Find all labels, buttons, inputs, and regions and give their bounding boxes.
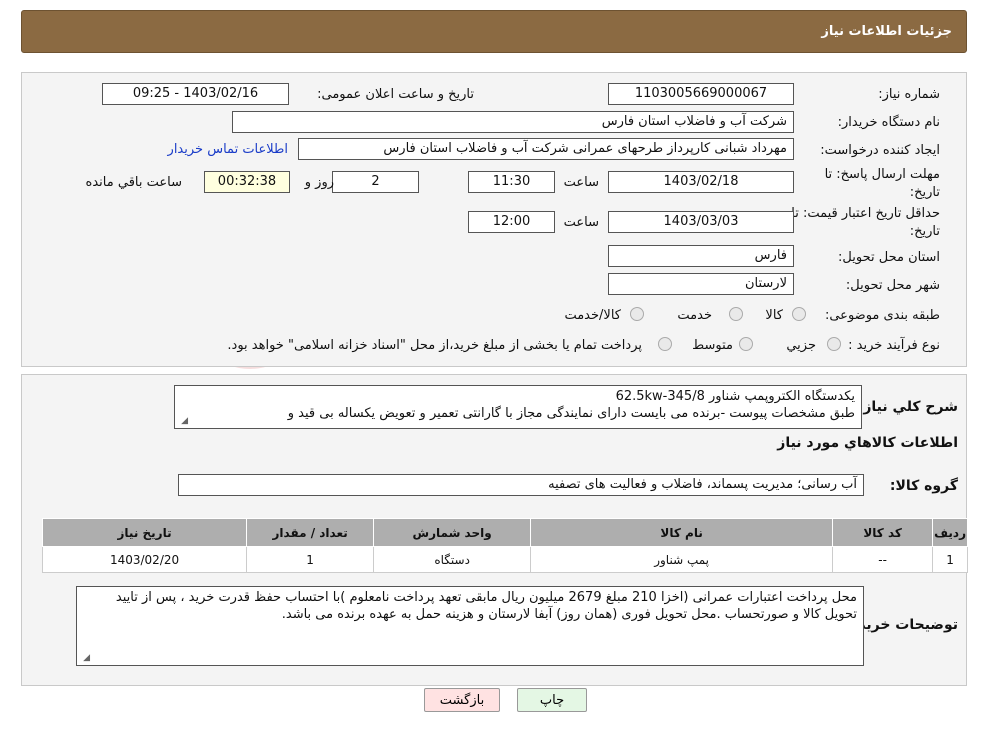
col-name-header: نام کالا <box>530 518 834 547</box>
col-code-header: کد کالا <box>832 518 934 547</box>
summary-line-1: یکدستگاه الکتروپمپ شناور 345/8-62.5kw <box>615 389 855 404</box>
cell-name: پمپ شناور <box>530 546 834 573</box>
resize-grip-icon[interactable]: ◢ <box>178 416 188 426</box>
page-header: جزئیات اطلاعات نیاز <box>21 10 967 53</box>
category-label: طبقه بندی موضوعی: <box>824 308 940 323</box>
col-qty-header: تعداد / مقدار <box>246 518 375 547</box>
validity-time-field: 12:00 <box>468 211 555 233</box>
deadline-time-label: ساعت <box>563 175 599 190</box>
city-label: شهر محل تحویل: <box>845 278 940 293</box>
category-radio-goods[interactable] <box>792 307 806 321</box>
need-details-panel: شماره نیاز: 1103005669000067 تاریخ و ساع… <box>21 72 967 367</box>
buyer-notes-text: محل پرداخت اعتبارات عمرانی (اخزا 210 مبل… <box>115 590 857 622</box>
announce-datetime-label: تاریخ و ساعت اعلان عمومی: <box>317 87 474 102</box>
deadline-time-field: 11:30 <box>468 171 555 193</box>
creator-label: ایجاد کننده درخواست: <box>820 143 940 158</box>
need-number-field: 1103005669000067 <box>608 83 794 105</box>
buyer-notes-textarea[interactable]: محل پرداخت اعتبارات عمرانی (اخزا 210 مبل… <box>76 586 864 666</box>
purchase-note: پرداخت تمام یا بخشی از مبلغ خرید،از محل … <box>227 338 642 353</box>
purchase-note-checkbox[interactable] <box>658 337 672 351</box>
category-radio-service[interactable] <box>729 307 743 321</box>
goods-group-field: آب رسانی؛ مدیریت پسماند، فاضلاب و فعالیت… <box>178 474 864 496</box>
print-button[interactable]: چاپ <box>517 688 587 712</box>
creator-field: مهرداد شبانی کارپرداز طرحهای عمرانی شرکت… <box>298 138 794 160</box>
purchase-radio-medium[interactable] <box>739 337 753 351</box>
cell-need-date: 1403/02/20 <box>41 546 248 573</box>
buyer-org-label: نام دستگاه خریدار: <box>837 115 940 130</box>
province-label: استان محل تحویل: <box>838 250 940 265</box>
category-option-goods: کالا <box>765 308 783 323</box>
page-title: جزئیات اطلاعات نیاز <box>821 24 952 39</box>
summary-textarea[interactable]: یکدستگاه الکتروپمپ شناور 345/8-62.5kw طب… <box>174 385 862 429</box>
cell-unit: دستگاه <box>373 546 532 573</box>
summary-label: شرح كلي نياز: <box>857 399 958 415</box>
cell-row-number: 1 <box>932 546 968 573</box>
cell-code: -- <box>832 546 934 573</box>
table-row: 1 -- پمپ شناور دستگاه 1 1403/02/20 <box>41 546 968 573</box>
buyer-contact-link[interactable]: اطلاعات تماس خریدار <box>168 142 288 157</box>
days-remaining-field: 2 <box>332 171 419 193</box>
province-field: فارس <box>608 245 794 267</box>
category-option-goods-service: کالا/خدمت <box>564 308 621 323</box>
col-date-header: تاریخ نیاز <box>41 518 248 547</box>
cell-quantity: 1 <box>246 546 375 573</box>
purchase-type-label: نوع فرآیند خرید : <box>848 338 940 353</box>
col-unit-header: واحد شمارش <box>373 518 532 547</box>
summary-line-2: طبق مشخصات پیوست -برنده می بایست دارای ن… <box>287 406 855 421</box>
goods-group-label: گروه کالا: <box>889 478 958 494</box>
goods-table-header: ردیف کد کالا نام کالا واحد شمارش تعداد /… <box>41 518 968 547</box>
buyer-org-field: شرکت آب و فاضلاب استان فارس <box>232 111 794 133</box>
col-row-header: ردیف <box>932 518 968 547</box>
remaining-label: ساعت باقي مانده <box>85 175 182 190</box>
need-number-label: شماره نیاز: <box>878 87 940 102</box>
goods-table: ردیف کد کالا نام کالا واحد شمارش تعداد /… <box>41 518 968 573</box>
announce-datetime-field: 1403/02/16 - 09:25 <box>102 83 289 105</box>
validity-label: حداقل تاریخ اعتبار قیمت: تا <box>791 206 940 221</box>
purchase-option-small: جزیي <box>786 338 816 353</box>
category-option-service: خدمت <box>677 308 712 323</box>
days-label: روز و <box>304 175 334 190</box>
deadline-label-date: تاریخ: <box>909 185 940 200</box>
category-radio-goods-service[interactable] <box>630 307 644 321</box>
validity-date-field: 1403/03/03 <box>608 211 794 233</box>
back-button[interactable]: بازگشت <box>424 688 500 712</box>
purchase-radio-small[interactable] <box>827 337 841 351</box>
city-field: لارستان <box>608 273 794 295</box>
remaining-time-field: 00:32:38 <box>204 171 290 193</box>
deadline-date-field: 1403/02/18 <box>608 171 794 193</box>
goods-section-title: اطلاعات كالاهاي مورد نياز <box>777 435 958 451</box>
purchase-option-medium: متوسط <box>692 338 733 353</box>
deadline-label: مهلت ارسال پاسخ: تا <box>824 167 940 182</box>
validity-label-date: تاریخ: <box>909 224 940 239</box>
validity-time-label: ساعت <box>563 215 599 230</box>
goods-panel: شرح كلي نياز: یکدستگاه الکتروپمپ شناور 3… <box>21 374 968 686</box>
resize-grip-icon[interactable]: ◢ <box>80 653 90 663</box>
